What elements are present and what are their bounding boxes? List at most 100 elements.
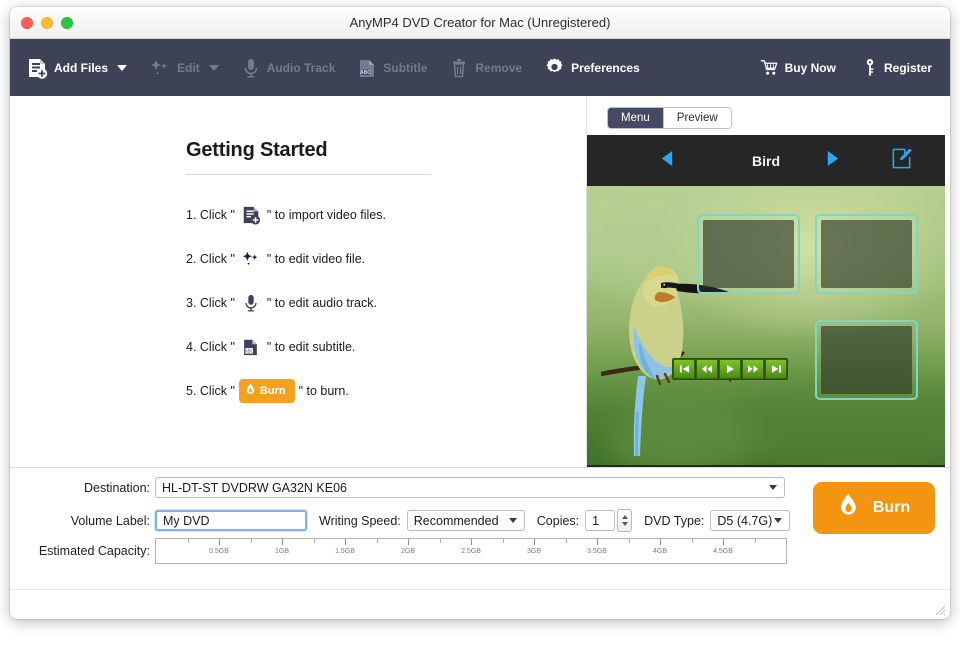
chevron-down-icon[interactable] <box>769 485 777 490</box>
toolbar-register-label: Register <box>884 61 932 75</box>
app-screenshot: AnyMP4 DVD Creator for Mac (Unregistered… <box>0 0 960 651</box>
microphone-icon <box>238 293 264 313</box>
ruler-tick-major <box>471 539 472 545</box>
ruler-tick-label: 4GB <box>653 548 667 555</box>
toolbar-edit-label: Edit <box>177 61 200 75</box>
ruler-tick-major <box>660 539 661 545</box>
toolbar-register[interactable]: Register <box>862 58 932 77</box>
toolbar-audio-track-label: Audio Track <box>267 61 336 75</box>
add-files-icon <box>26 57 48 79</box>
toolbar-audio-track[interactable]: Audio Track <box>241 57 336 79</box>
media-control-strip <box>672 358 788 380</box>
chevron-down-icon[interactable] <box>117 65 127 71</box>
menu-thumbnail-2[interactable] <box>815 214 918 294</box>
ruler-tick-major <box>219 539 220 545</box>
ruler-tick-major <box>534 539 535 545</box>
content-area: Getting Started 1. Click " <box>10 96 950 467</box>
toolbar-add-files[interactable]: Add Files <box>26 57 127 79</box>
writing-speed-select[interactable]: Recommended <box>407 510 525 531</box>
thumbnail-inner <box>821 220 912 288</box>
ruler-tick-minor <box>377 539 378 543</box>
writing-speed-value: Recommended <box>414 514 499 528</box>
tab-menu[interactable]: Menu <box>608 108 663 128</box>
writing-speed-label: Writing Speed: <box>319 514 401 528</box>
ruler-tick-label: 0.5GB <box>209 548 229 555</box>
rewind-icon[interactable] <box>696 359 718 379</box>
subtitle-abc-icon: ABC <box>357 57 377 79</box>
edit-sparkle-icon <box>149 57 171 79</box>
ruler-tick-minor <box>629 539 630 543</box>
microphone-icon <box>241 57 261 79</box>
toolbar-buy-now[interactable]: Buy Now <box>760 58 836 77</box>
subtitle-abc-icon: ABC <box>238 337 264 357</box>
tab-preview[interactable]: Preview <box>663 108 731 128</box>
skip-forward-icon[interactable] <box>765 359 787 379</box>
key-icon <box>862 58 878 77</box>
destination-value: HL-DT-ST DVDRW GA32N KE06 <box>162 481 347 495</box>
next-arrow-icon[interactable] <box>824 149 841 173</box>
fast-forward-icon[interactable] <box>742 359 764 379</box>
stage-navigation-bar: Bird <box>587 135 945 186</box>
burn-chip-label: Burn <box>260 385 286 397</box>
stepper-up-icon[interactable] <box>622 515 628 519</box>
step-3-prefix: 3. Click " <box>186 296 235 310</box>
cart-icon <box>760 58 779 77</box>
svg-text:ABC: ABC <box>360 70 371 76</box>
skip-back-icon[interactable] <box>673 359 695 379</box>
burn-button-label: Burn <box>873 499 910 517</box>
toolbar-preferences[interactable]: Preferences <box>544 57 640 78</box>
list-item: 4. Click " ABC " to edit subtitle. <box>186 325 436 369</box>
toolbar-preferences-label: Preferences <box>571 61 640 75</box>
title-bar: AnyMP4 DVD Creator for Mac (Unregistered… <box>10 7 950 39</box>
ruler-tick-minor <box>251 539 252 543</box>
capacity-ruler: 0.5GB1GB1.5GB2GB2.5GB3GB3.5GB4GB4.5GB <box>155 538 787 564</box>
burn-chip: Burn <box>239 379 295 403</box>
edit-pencil-icon[interactable] <box>890 147 913 175</box>
destination-select[interactable]: HL-DT-ST DVDRW GA32N KE06 <box>155 477 785 498</box>
list-item: 5. Click " Burn " to burn. <box>186 369 436 413</box>
chevron-down-icon[interactable] <box>509 518 517 523</box>
burn-button[interactable]: Burn <box>813 482 935 534</box>
step-4-tail: " to edit subtitle. <box>267 340 356 354</box>
dvd-type-select[interactable]: D5 (4.7G) <box>710 510 790 531</box>
step-1-prefix: 1. Click " <box>186 208 235 222</box>
menu-thumbnail-1[interactable] <box>697 214 800 294</box>
stepper-down-icon[interactable] <box>622 522 628 526</box>
capacity-row: Estimated Capacity: 0.5GB1GB1.5GB2GB2.5G… <box>10 538 787 564</box>
toolbar-subtitle-label: Subtitle <box>383 61 427 75</box>
ruler-tick-label: 3GB <box>527 548 541 555</box>
ruler-tick-label: 1GB <box>275 548 289 555</box>
title-divider <box>186 174 431 175</box>
menu-thumbnail-3[interactable] <box>815 320 918 400</box>
play-icon[interactable] <box>719 359 741 379</box>
toolbar-subtitle[interactable]: ABC Subtitle <box>357 57 427 79</box>
ruler-tick-major <box>282 539 283 545</box>
step-2-prefix: 2. Click " <box>186 252 235 266</box>
resize-handle[interactable] <box>934 604 946 616</box>
copies-stepper[interactable] <box>617 509 632 532</box>
volume-label-value: My DVD <box>163 514 210 528</box>
dvd-type-value: D5 (4.7G) <box>717 514 772 528</box>
ruler-tick-label: 3.5GB <box>587 548 607 555</box>
toolbar-right-group: Buy Now Register <box>734 39 932 96</box>
chevron-down-icon[interactable] <box>774 518 782 523</box>
chevron-down-icon[interactable] <box>209 65 219 71</box>
flame-icon <box>838 493 859 523</box>
volume-label-input[interactable]: My DVD <box>155 510 307 531</box>
ruler-tick-label: 1.5GB <box>335 548 355 555</box>
ruler-tick-minor <box>440 539 441 543</box>
destination-label: Destination: <box>10 481 150 495</box>
main-toolbar: Add Files Edit <box>10 39 950 96</box>
volume-label-label: Volume Label: <box>10 514 150 528</box>
step-3-tail: " to edit audio track. <box>267 296 377 310</box>
ruler-tick-major <box>408 539 409 545</box>
toolbar-remove[interactable]: Remove <box>449 57 522 79</box>
toolbar-add-files-label: Add Files <box>54 61 108 75</box>
dvd-type-label: DVD Type: <box>644 514 704 528</box>
copies-input[interactable]: 1 <box>585 510 615 531</box>
preview-mode-tabs: Menu Preview <box>607 107 732 129</box>
toolbar-edit[interactable]: Edit <box>149 57 219 79</box>
trash-icon <box>449 57 469 79</box>
list-item: 3. Click " " to edit audio track. <box>186 281 436 325</box>
application-window: AnyMP4 DVD Creator for Mac (Unregistered… <box>10 7 950 619</box>
